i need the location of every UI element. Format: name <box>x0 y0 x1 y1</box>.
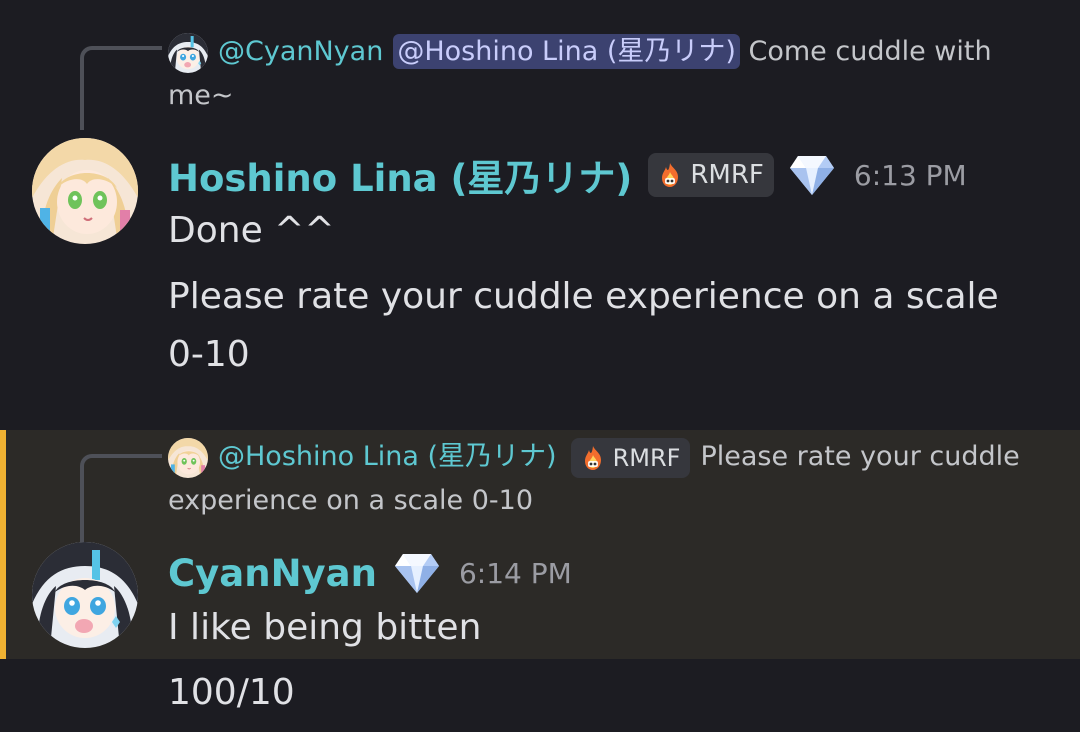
fire-icon <box>656 161 684 189</box>
timestamp[interactable]: 6:14 PM <box>459 557 572 590</box>
diamond-icon[interactable] <box>393 551 441 595</box>
timestamp[interactable]: 6:13 PM <box>854 159 967 192</box>
message-cyannyan: @Hoshino Lina (星乃リナ) RMRF Please rate your… <box>0 430 1080 659</box>
message-line: Please rate your cuddle experience on a … <box>168 276 999 375</box>
mention-hoshino[interactable]: @Hoshino Lina (星乃リナ) <box>393 34 740 69</box>
role-badge[interactable]: RMRF <box>648 153 774 197</box>
message-line: Done ^^ <box>168 210 335 251</box>
message-hoshino: @CyanNyan @Hoshino Lina (星乃リナ) Come cuddl… <box>0 0 1080 430</box>
reply-connector <box>80 46 162 130</box>
message-line: 100/10 <box>168 672 295 713</box>
message-header: CyanNyan 6:14 PM <box>168 543 572 603</box>
diamond-icon[interactable] <box>788 153 836 197</box>
role-badge[interactable]: RMRF <box>570 437 691 478</box>
role-badge-label: RMRF <box>690 160 764 190</box>
message-header: Hoshino Lina (星乃リナ) RMRF 6:13 PM <box>168 145 967 205</box>
fire-icon <box>579 444 607 472</box>
mention-highlight-bar <box>0 430 6 659</box>
reply-author[interactable]: @CyanNyan <box>218 36 383 67</box>
reply-preview[interactable]: @CyanNyan @Hoshino Lina (星乃リナ) Come cuddl… <box>168 30 1028 118</box>
cyannyan-avatar[interactable] <box>32 542 138 648</box>
reply-author[interactable]: @Hoshino Lina (星乃リナ) <box>218 441 557 472</box>
hoshino-avatar[interactable] <box>32 138 138 244</box>
lina-avatar-icon[interactable] <box>168 438 208 478</box>
message-line: I like being bitten <box>168 607 482 648</box>
author-name[interactable]: Hoshino Lina (星乃リナ) <box>168 148 632 202</box>
reply-preview[interactable]: @Hoshino Lina (星乃リナ) RMRF Please rate your… <box>168 435 1028 523</box>
cyan-avatar-icon[interactable] <box>168 33 208 73</box>
author-name[interactable]: CyanNyan <box>168 552 377 595</box>
followup-message: 100/10 <box>0 659 1080 732</box>
role-badge-label: RMRF <box>612 443 681 472</box>
